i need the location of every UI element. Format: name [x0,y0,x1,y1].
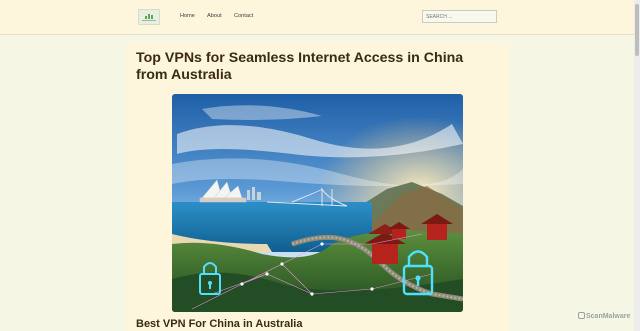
site-header: Home About Contact [0,0,634,35]
nav-about-link[interactable]: About [207,13,222,19]
scrollbar-thumb[interactable] [635,4,639,56]
nav-home-link[interactable]: Home [180,13,195,19]
site-logo[interactable] [138,9,160,25]
page-scrollbar[interactable] [634,0,640,331]
article-title: Top VPNs for Seamless Internet Access in… [136,50,464,83]
bar-chart-logo-icon [145,13,155,19]
article-container: Top VPNs for Seamless Internet Access in… [126,42,509,331]
scanmalware-watermark: ScanMalware [578,312,630,320]
section-heading: Best VPN For China in Australia [136,318,303,330]
hero-image [172,94,463,312]
search-input[interactable] [422,10,497,23]
nav-contact-link[interactable]: Contact [234,13,253,19]
hero-illustration [172,94,463,312]
scanmalware-logo-icon [578,312,585,319]
